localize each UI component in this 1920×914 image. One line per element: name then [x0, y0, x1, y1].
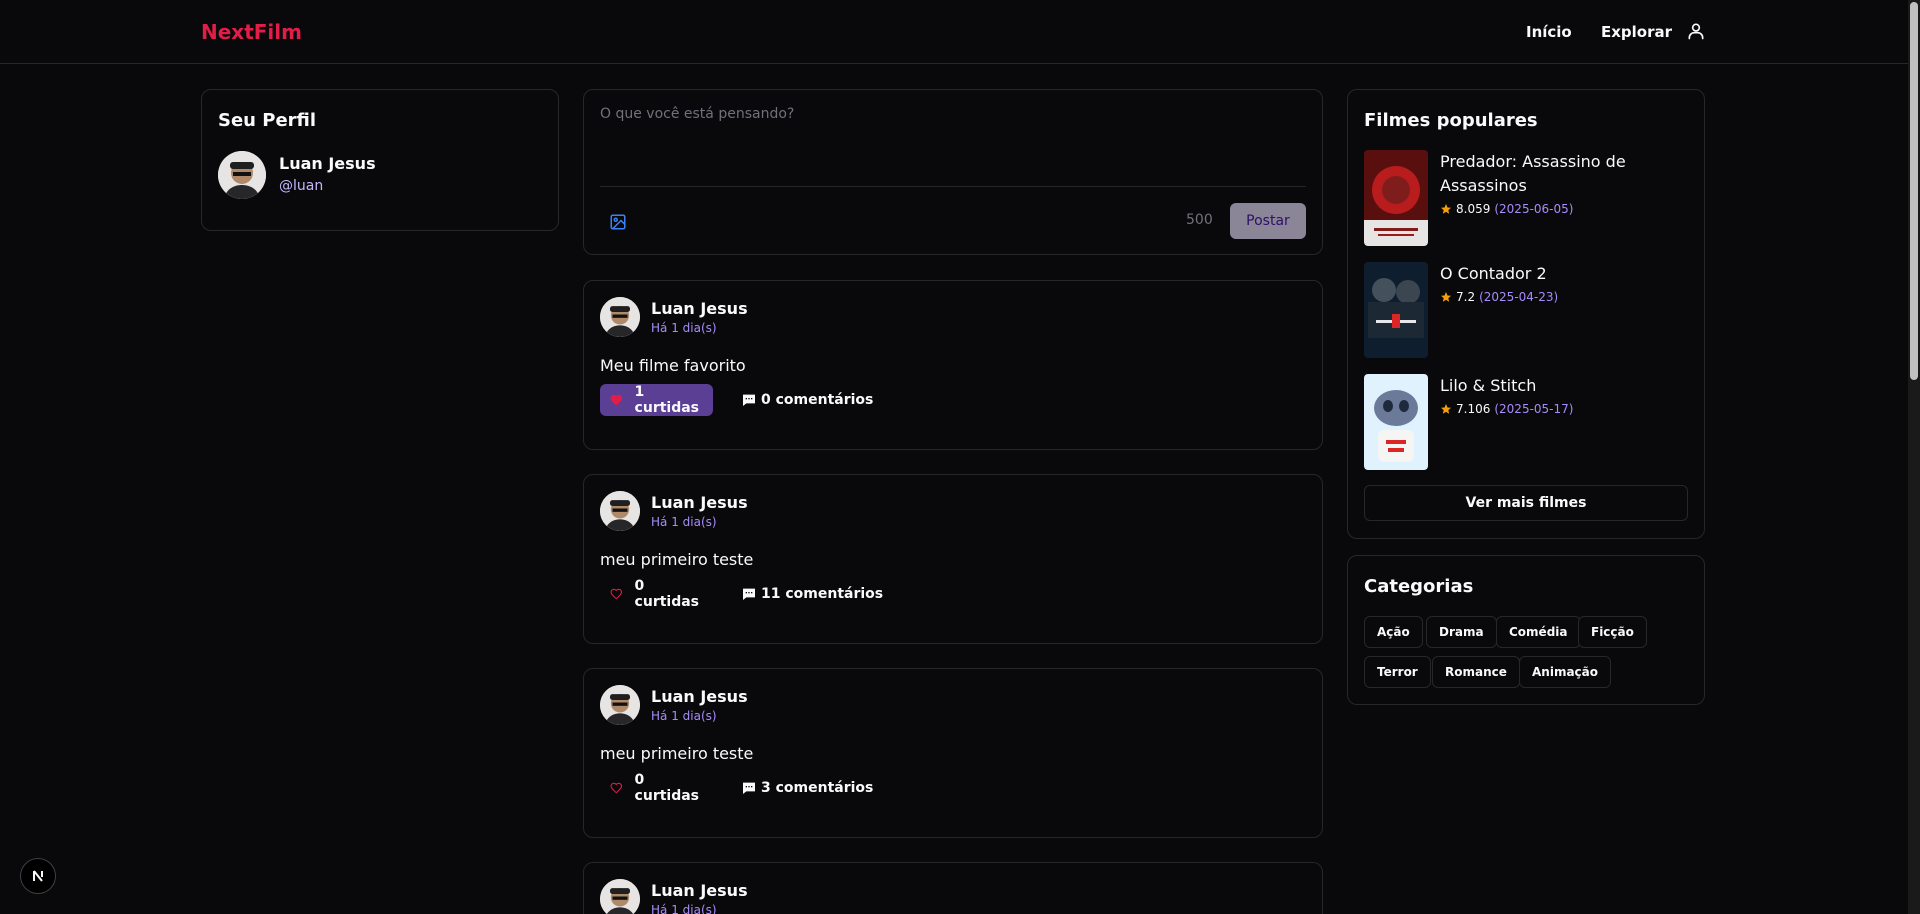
film-title: O Contador 2: [1440, 264, 1547, 283]
post-timestamp: Há 1 dia(s): [651, 709, 717, 723]
post-timestamp: Há 1 dia(s): [651, 903, 717, 914]
post-composer: [583, 89, 1323, 255]
post-author[interactable]: Luan Jesus: [651, 881, 748, 900]
comment-icon: [743, 588, 755, 600]
comment-icon: [743, 782, 755, 794]
like-count: 0 curtidas: [634, 578, 700, 610]
heart-icon: [610, 782, 623, 794]
film-poster: [1364, 150, 1428, 246]
film-date: (2025-04-23): [1479, 290, 1559, 304]
film-title: Predador: Assassino de Assassinos: [1440, 152, 1626, 195]
heart-icon: [610, 588, 623, 600]
comment-count: 3 comentários: [761, 780, 874, 796]
film-rating: 8.059: [1456, 202, 1491, 216]
film-rating: 7.106: [1456, 402, 1491, 416]
post-author[interactable]: Luan Jesus: [651, 687, 748, 706]
comment-button[interactable]: 0 comentários: [741, 384, 873, 416]
user-icon[interactable]: [1686, 21, 1706, 41]
like-button[interactable]: 0 curtidas: [600, 772, 713, 804]
post-input[interactable]: [600, 106, 1306, 176]
heart-icon: [610, 394, 623, 406]
post-timestamp: Há 1 dia(s): [651, 515, 717, 529]
categories-card: Categorias Ação Drama Comédia Ficção Ter…: [1347, 555, 1705, 705]
post-card: Luan Jesus Há 1 dia(s) meu primeiro test…: [583, 474, 1323, 644]
popular-films-card: Filmes populares Predador: Assassino de …: [1347, 89, 1705, 539]
popular-films-title: Filmes populares: [1364, 110, 1538, 131]
like-button[interactable]: 1 curtidas: [600, 384, 713, 416]
category-chip[interactable]: Romance: [1432, 656, 1520, 688]
scrollbar-thumb[interactable]: [1910, 2, 1918, 380]
post-text: meu primeiro teste: [600, 550, 754, 569]
film-rating: 7.2: [1456, 290, 1476, 304]
star-icon: [1441, 204, 1451, 214]
nav-home-link[interactable]: Início: [1526, 23, 1572, 41]
comment-count: 11 comentários: [761, 586, 884, 602]
nav-explore-link[interactable]: Explorar: [1601, 23, 1672, 41]
category-chip[interactable]: Terror: [1364, 656, 1431, 688]
logo[interactable]: NextFilm: [201, 20, 302, 44]
film-item[interactable]: Lilo & Stitch 7.106 (2025-05-17): [1364, 374, 1684, 470]
film-date: (2025-06-05): [1494, 202, 1574, 216]
star-icon: [1441, 404, 1451, 414]
char-counter: 500: [1186, 212, 1213, 228]
film-item[interactable]: O Contador 2 7.2 (2025-04-23): [1364, 262, 1684, 358]
profile-handle: @luan: [279, 178, 324, 194]
post-timestamp: Há 1 dia(s): [651, 321, 717, 335]
top-navbar: NextFilm Início Explorar: [0, 0, 1908, 64]
category-chip[interactable]: Animação: [1519, 656, 1611, 688]
comment-button[interactable]: 3 comentários: [741, 772, 873, 804]
post-text: meu primeiro teste: [600, 744, 754, 763]
film-date: (2025-05-17): [1494, 402, 1574, 416]
film-title: Lilo & Stitch: [1440, 376, 1537, 395]
film-meta: 8.059 (2025-06-05): [1440, 202, 1573, 216]
category-chip[interactable]: Ação: [1364, 616, 1423, 648]
film-meta: 7.106 (2025-05-17): [1440, 402, 1573, 416]
post-card: Luan Jesus Há 1 dia(s): [583, 862, 1323, 914]
film-poster: [1364, 374, 1428, 470]
nextjs-logo-icon: [33, 870, 43, 882]
profile-card: Seu Perfil Luan Jesus @luan: [201, 89, 559, 231]
nextjs-dev-badge[interactable]: [20, 858, 56, 894]
post-author[interactable]: Luan Jesus: [651, 299, 748, 318]
category-chip[interactable]: Ficção: [1578, 616, 1647, 648]
comment-button[interactable]: 11 comentários: [741, 578, 883, 610]
avatar[interactable]: [600, 685, 640, 725]
category-chip[interactable]: Comédia: [1496, 616, 1581, 648]
comment-count: 0 comentários: [761, 392, 874, 408]
avatar[interactable]: [600, 491, 640, 531]
avatar[interactable]: [600, 297, 640, 337]
post-card: Luan Jesus Há 1 dia(s) meu primeiro test…: [583, 668, 1323, 838]
divider: [600, 186, 1306, 187]
post-card: Luan Jesus Há 1 dia(s) Meu filme favorit…: [583, 280, 1323, 450]
profile-card-title: Seu Perfil: [218, 110, 317, 131]
like-count: 1 curtidas: [634, 384, 700, 416]
profile-name: Luan Jesus: [279, 154, 376, 173]
film-item[interactable]: Predador: Assassino de Assassinos 8.059 …: [1364, 150, 1684, 246]
film-meta: 7.2 (2025-04-23): [1440, 290, 1558, 304]
category-chip[interactable]: Drama: [1426, 616, 1497, 648]
avatar[interactable]: [218, 151, 266, 199]
like-count: 0 curtidas: [634, 772, 700, 804]
film-poster: [1364, 262, 1428, 358]
like-button[interactable]: 0 curtidas: [600, 578, 713, 610]
avatar[interactable]: [600, 879, 640, 914]
categories-title: Categorias: [1364, 576, 1474, 597]
more-films-button[interactable]: Ver mais filmes: [1364, 485, 1688, 521]
post-button[interactable]: Postar: [1230, 203, 1306, 239]
star-icon: [1441, 292, 1451, 302]
image-icon[interactable]: [609, 213, 627, 231]
post-author[interactable]: Luan Jesus: [651, 493, 748, 512]
comment-icon: [743, 394, 755, 406]
post-text: Meu filme favorito: [600, 356, 746, 375]
